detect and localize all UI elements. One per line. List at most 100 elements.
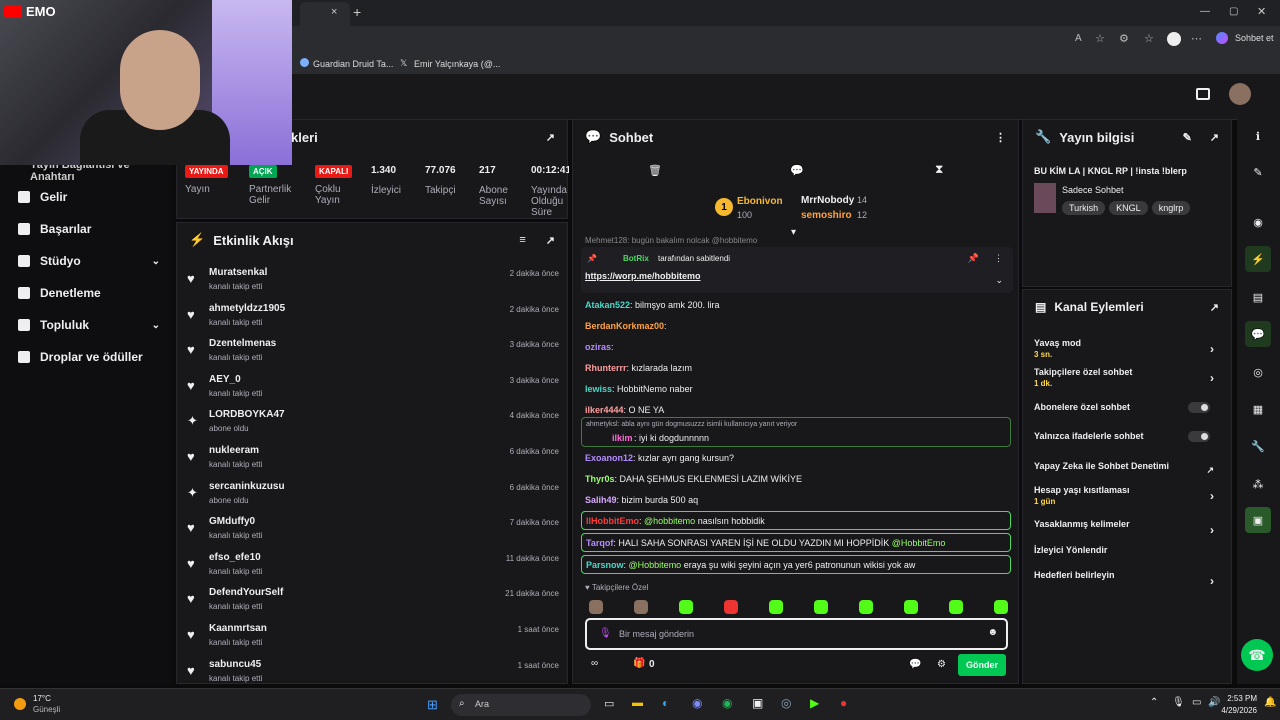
- activity-item[interactable]: ♥ nukleeram kanalı takip etti 6 dakika önce: [187, 443, 559, 477]
- chat-username[interactable]: Exoanon12: [585, 453, 633, 463]
- chat-settings-icon[interactable]: 💬: [909, 659, 921, 670]
- activity-username[interactable]: Muratsenkal: [209, 267, 267, 278]
- more-icon[interactable]: ⋯: [1191, 32, 1202, 45]
- tag[interactable]: Turkish: [1062, 201, 1106, 215]
- emote-icon[interactable]: [634, 600, 648, 614]
- layout-icon[interactable]: ▦: [1245, 396, 1271, 422]
- chat-username[interactable]: llHobbitEmo: [586, 516, 639, 526]
- emote-icon[interactable]: [994, 600, 1008, 614]
- activity-username[interactable]: Dzentelmenas: [209, 338, 276, 349]
- maximize-icon[interactable]: ▢: [1229, 6, 1238, 17]
- chat-username[interactable]: Tarqof: [586, 538, 613, 548]
- emote-icon[interactable]: [904, 600, 918, 614]
- popout-icon[interactable]: ↗: [1210, 131, 1219, 144]
- file-explorer-icon[interactable]: ▬: [632, 697, 643, 709]
- pinned-by-user[interactable]: BotRix: [623, 254, 649, 263]
- window-close-icon[interactable]: ✕: [1257, 5, 1266, 18]
- chat-input[interactable]: 🎙 Bir mesaj gönderin ☻: [585, 618, 1008, 650]
- emote-icon[interactable]: [769, 600, 783, 614]
- activity-username[interactable]: ahmetyldzz1905: [209, 303, 285, 314]
- channel-action-item[interactable]: Yavaş mod 3 sn. ›: [1034, 338, 1224, 359]
- more-options-icon[interactable]: ⋮: [994, 253, 1003, 264]
- sidebar-item-studio[interactable]: Stüdyo ⌄: [18, 254, 160, 268]
- discord-icon[interactable]: ◉: [692, 696, 702, 710]
- extensions-icon[interactable]: ⚙: [1119, 32, 1129, 45]
- clock-time[interactable]: 2:53 PM: [1211, 694, 1257, 703]
- dashboard-icon[interactable]: [1196, 88, 1210, 100]
- activity-item[interactable]: ♥ Muratsenkal kanalı takip etti 2 dakika ön…: [187, 265, 559, 299]
- chat-username[interactable]: ilker4444: [585, 405, 624, 415]
- user-avatar[interactable]: [1229, 83, 1251, 105]
- activity-username[interactable]: AEY_0: [209, 374, 241, 385]
- activity-item[interactable]: ♥ Dzentelmenas kanalı takip etti 3 dakika ö…: [187, 336, 559, 370]
- popout-icon[interactable]: ↗: [546, 131, 555, 144]
- copilot-chat-button[interactable]: Sohbet et: [1235, 33, 1274, 43]
- hourglass-icon[interactable]: ⧗: [935, 162, 943, 177]
- channel-action-item[interactable]: Hesap yaşı kısıtlaması 1 gün ›: [1034, 485, 1224, 506]
- channel-action-item[interactable]: Yapay Zeka ile Sohbet Denetimi ↗: [1034, 461, 1224, 475]
- favorite-star-icon[interactable]: ☆: [1095, 32, 1105, 45]
- channel-action-item[interactable]: İzleyici Yönlendir: [1034, 545, 1224, 555]
- popout-icon[interactable]: ↗: [1210, 301, 1219, 314]
- bookmark-item[interactable]: Emir Yalçınkaya (@...: [414, 59, 500, 69]
- toggle-switch[interactable]: [1188, 431, 1210, 442]
- emoji-icon[interactable]: ☻: [987, 627, 998, 638]
- emote-icon[interactable]: [859, 600, 873, 614]
- obs-icon[interactable]: ●: [840, 696, 847, 710]
- activity-username[interactable]: Kaanmrtsan: [209, 623, 267, 634]
- category-thumbnail[interactable]: [1034, 183, 1056, 213]
- task-view-icon[interactable]: ▭: [604, 697, 614, 710]
- emote-icon[interactable]: [814, 600, 828, 614]
- weather-temp[interactable]: 17°C: [33, 694, 51, 703]
- trash-icon[interactable]: 🗑: [648, 164, 662, 177]
- activity-username[interactable]: sercaninkuzusu: [209, 481, 285, 492]
- windows-start-icon[interactable]: ⊞: [427, 697, 438, 713]
- emote-icon[interactable]: [589, 600, 603, 614]
- more-options-icon[interactable]: ⋮: [995, 131, 1006, 144]
- sidebar-item-revenue[interactable]: Gelir: [18, 190, 160, 204]
- channel-points-icon[interactable]: ∞: [591, 658, 598, 669]
- leader-name[interactable]: MrrNobody: [801, 195, 854, 206]
- activity-item[interactable]: ♥ GMduffy0 kanalı takip etti 7 dakika önce: [187, 514, 559, 548]
- profile-avatar[interactable]: [1167, 32, 1181, 46]
- mention[interactable]: @HobbitEmo: [892, 538, 946, 548]
- chat-icon[interactable]: 💬: [1245, 321, 1271, 347]
- gear-icon[interactable]: ⚙: [937, 659, 946, 670]
- chat-icon[interactable]: 💬: [790, 164, 804, 177]
- activity-item[interactable]: ♥ sabuncu45 kanalı takip etti 1 saat önce: [187, 657, 559, 683]
- sidebar-item-achievements[interactable]: Başarılar: [18, 222, 160, 236]
- unpin-icon[interactable]: 📌: [968, 253, 979, 264]
- toggle-switch[interactable]: [1188, 402, 1210, 413]
- browser-tab[interactable]: [300, 2, 350, 26]
- tray-expand-icon[interactable]: ⌃: [1150, 697, 1158, 708]
- leader-name[interactable]: Ebonivon: [737, 196, 783, 207]
- document-icon[interactable]: ▤: [1245, 284, 1271, 310]
- app-icon[interactable]: ▶: [810, 696, 819, 710]
- send-button[interactable]: Gönder: [958, 654, 1006, 676]
- terminal-icon[interactable]: ▣: [752, 696, 763, 710]
- favorites-icon[interactable]: ☆: [1144, 32, 1154, 45]
- activity-item[interactable]: ♥ efso_efe10 kanalı takip etti 11 dakika ön…: [187, 550, 559, 584]
- emote-icon[interactable]: [724, 600, 738, 614]
- activity-item[interactable]: ♥ AEY_0 kanalı takip etti 3 dakika önce: [187, 372, 559, 406]
- activity-item[interactable]: ✦ sercaninkuzusu abone oldu 6 dakika önce: [187, 479, 559, 513]
- activity-username[interactable]: DefendYourSelf: [209, 587, 283, 598]
- lightning-icon[interactable]: ⚡: [1245, 246, 1271, 272]
- tag[interactable]: knglrp: [1151, 201, 1191, 215]
- mention[interactable]: @hobbitemo: [644, 516, 695, 526]
- mention[interactable]: @Hobbitemo: [629, 560, 682, 570]
- chat-username[interactable]: Parsnow: [586, 560, 624, 570]
- activity-item[interactable]: ♥ ahmetyldzz1905 kanalı takip etti 2 dakika…: [187, 301, 559, 335]
- chat-username[interactable]: BerdanKorkmaz00: [585, 321, 664, 331]
- sidebar-item-community[interactable]: Topluluk ⌄: [18, 318, 160, 332]
- activity-item[interactable]: ♥ Kaanmrtsan kanalı takip etti 1 saat önce: [187, 621, 559, 655]
- channel-action-item[interactable]: Takipçilere özel sohbet 1 dk. ›: [1034, 367, 1224, 388]
- broadcast-icon[interactable]: ◎: [1245, 359, 1271, 385]
- activity-item[interactable]: ♥ DefendYourSelf kanalı takip etti 21 dakik…: [187, 585, 559, 619]
- emote-icon[interactable]: [679, 600, 693, 614]
- emote-icon[interactable]: [949, 600, 963, 614]
- channel-action-item[interactable]: Abonelere özel sohbet: [1034, 402, 1224, 413]
- category-name[interactable]: Sadece Sohbet: [1062, 185, 1124, 195]
- chat-username[interactable]: ilkim: [612, 433, 633, 443]
- edge-icon[interactable]: ◐: [662, 696, 669, 710]
